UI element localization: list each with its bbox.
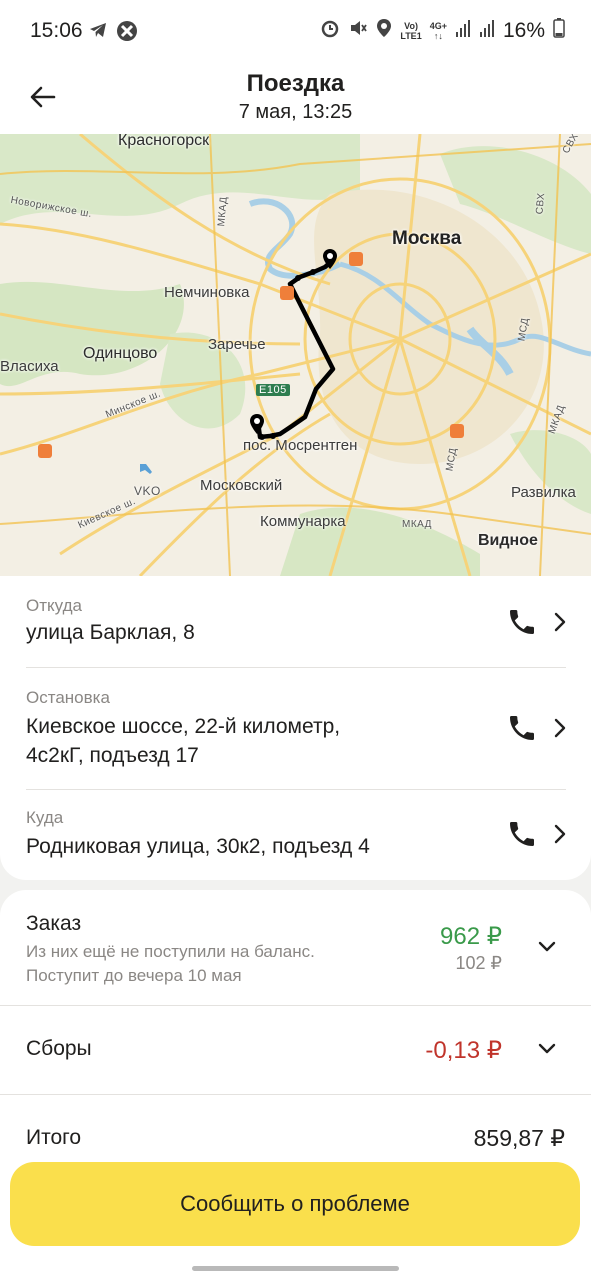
open-stop-button[interactable] (549, 712, 571, 744)
expand-order-button[interactable] (534, 934, 560, 960)
page-subtitle: 7 мая, 13:25 (238, 101, 353, 123)
chevron-down-icon (538, 941, 556, 952)
app-icon (116, 20, 138, 47)
map-label: E105 (256, 384, 290, 396)
route-to-address: Родниковая улица, 30к2, подъезд 4 (26, 835, 370, 858)
chevron-right-icon (554, 612, 566, 632)
call-button[interactable] (506, 818, 538, 850)
order-note-line: Из них ещё не поступили на баланс. (26, 942, 315, 961)
expand-fees-button[interactable] (534, 1036, 560, 1062)
phone-icon (510, 822, 534, 846)
map-label: Власиха (0, 358, 59, 375)
fees-title: Сборы (26, 1037, 92, 1060)
total-amount: 859,87 ₽ (473, 1125, 565, 1151)
battery-percent: 16% (502, 18, 545, 42)
map-label: Одинцово (83, 345, 158, 362)
status-bar: 15:06 Vo) LTE1 4G+ ↑↓ 16% (0, 0, 591, 62)
map-label: Красногорск (118, 134, 210, 149)
route-map[interactable]: Красногорск Москва Немчиновка Одинцово З… (0, 134, 591, 576)
order-note: Из них ещё не поступили на баланс. Посту… (26, 940, 406, 988)
call-button[interactable] (506, 606, 538, 638)
signal-icon (455, 18, 471, 43)
order-amount: 962 ₽ (440, 923, 502, 950)
order-note-line: Поступит до вечера 10 мая (26, 966, 242, 985)
route-stop-address-line2: 4с2кГ, подъезд 17 (26, 744, 199, 767)
4g-icon: 4G+ ↑↓ (429, 20, 447, 41)
total-title: Итого (26, 1126, 82, 1149)
telegram-icon (88, 20, 108, 47)
location-icon (376, 18, 392, 43)
map-label: СВХ (534, 192, 548, 215)
chevron-right-icon (554, 718, 566, 738)
route-start-pin-icon (249, 413, 265, 435)
battery-icon (553, 18, 565, 43)
divider (0, 1005, 591, 1006)
map-label: Московский (200, 477, 283, 494)
phone-icon (510, 610, 534, 634)
map-label: Немчиновка (164, 284, 250, 301)
volte-icon: Vo) LTE1 (400, 20, 422, 41)
order-pending-amount: 102 ₽ (455, 953, 503, 973)
route-to-caption: Куда (26, 808, 64, 827)
status-left-icons (88, 20, 138, 47)
route-from-caption: Откуда (26, 596, 82, 615)
signal-icon (479, 18, 495, 43)
map-label: МКАД (402, 519, 432, 530)
chevron-right-icon (554, 824, 566, 844)
report-problem-button[interactable]: Сообщить о проблеме (10, 1162, 580, 1246)
map-label: Коммунарка (260, 513, 346, 530)
alarm-icon (320, 18, 340, 43)
map-label: Видное (478, 532, 538, 549)
phone-icon (510, 716, 534, 740)
mute-icon (348, 18, 368, 43)
header: Поездка 7 мая, 13:25 (0, 62, 591, 134)
call-button[interactable] (506, 712, 538, 744)
divider (26, 667, 566, 668)
route-stop-caption: Остановка (26, 688, 110, 707)
route-from-address: улица Барклая, 8 (26, 621, 195, 644)
route-stop-address-line1: Киевское шоссе, 22-й километр, (26, 715, 341, 738)
status-right-icons: Vo) LTE1 4G+ ↑↓ 16% (320, 18, 565, 43)
divider (26, 789, 566, 790)
map-label: VKO (134, 484, 161, 498)
open-from-button[interactable] (549, 606, 571, 638)
page-title: Поездка (246, 70, 345, 97)
map-label: Заречье (208, 336, 266, 353)
fees-amount: -0,13 ₽ (425, 1037, 502, 1064)
order-title: Заказ (26, 912, 82, 935)
map-label: Москва (392, 228, 462, 249)
route-card: Откуда улица Барклая, 8 Остановка Киевск… (0, 576, 591, 880)
open-to-button[interactable] (549, 818, 571, 850)
divider (0, 1094, 591, 1095)
route-end-pin-icon (322, 248, 338, 270)
chevron-down-icon (538, 1043, 556, 1054)
status-time: 15:06 (30, 19, 83, 42)
home-indicator[interactable] (192, 1266, 399, 1271)
map-label: пос. Мосрентген (243, 437, 358, 454)
map-label: Развилка (511, 484, 576, 501)
